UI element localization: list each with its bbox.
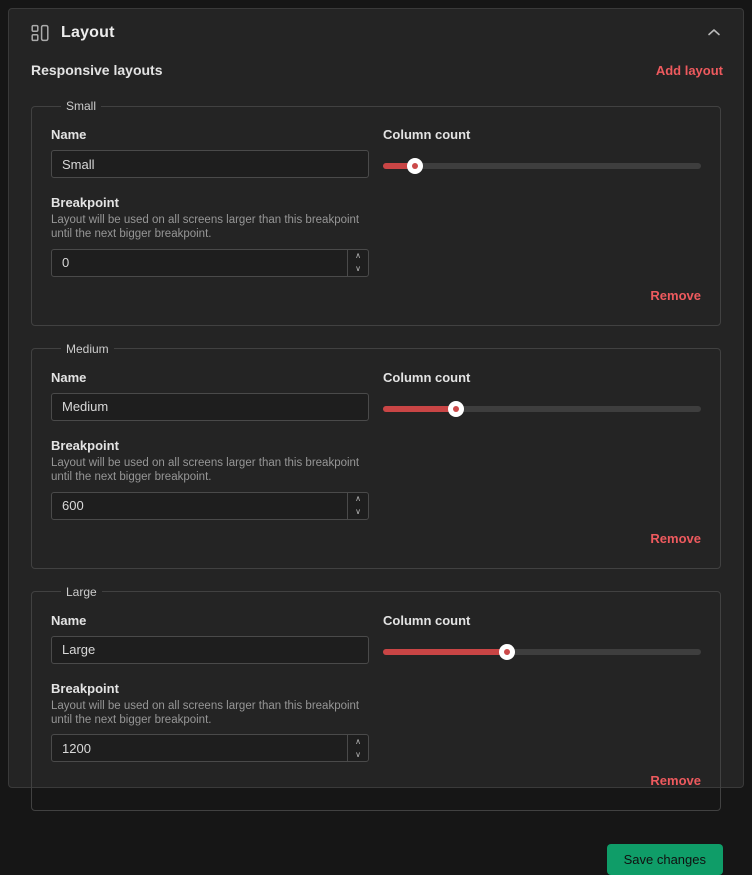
- breakpoint-number-input: ∧ ∨: [51, 734, 369, 762]
- remove-row: Remove: [51, 530, 701, 548]
- layouts-container: Small Name Breakpoint Layout will be use…: [20, 99, 732, 827]
- breakpoint-label: Breakpoint: [51, 195, 369, 210]
- spinner-down-button[interactable]: ∨: [348, 263, 368, 276]
- layout-fieldset: Large Name Breakpoint Layout will be use…: [31, 585, 721, 812]
- breakpoint-number-input: ∧ ∨: [51, 249, 369, 277]
- remove-row: Remove: [51, 287, 701, 305]
- layout-legend: Small: [61, 99, 101, 113]
- column-count-slider[interactable]: [383, 401, 701, 417]
- slider-track[interactable]: [383, 163, 701, 169]
- layout-legend: Medium: [61, 342, 114, 356]
- spinner-up-button[interactable]: ∧: [348, 250, 368, 263]
- column-count-slider[interactable]: [383, 158, 701, 174]
- breakpoint-label: Breakpoint: [51, 681, 369, 696]
- number-spinners: ∧ ∨: [347, 735, 368, 761]
- layout-legend: Large: [61, 585, 102, 599]
- panel-title: Layout: [61, 24, 115, 42]
- right-column: Column count: [383, 127, 701, 277]
- layout-settings-panel: Layout Responsive layouts Add layout Sma…: [8, 8, 744, 788]
- left-column: Name Breakpoint Layout will be used on a…: [51, 370, 369, 520]
- breakpoint-value-field[interactable]: [52, 735, 347, 761]
- spinner-down-button[interactable]: ∨: [348, 748, 368, 761]
- breakpoint-help-text: Layout will be used on all screens large…: [51, 456, 369, 485]
- column-count-slider[interactable]: [383, 644, 701, 660]
- spinner-down-button[interactable]: ∨: [348, 506, 368, 519]
- slider-thumb[interactable]: [499, 644, 515, 660]
- section-heading: Responsive layouts: [31, 62, 163, 78]
- layout-name-input[interactable]: [51, 393, 369, 421]
- layout-dashboard-icon: [31, 24, 49, 42]
- slider-thumb[interactable]: [448, 401, 464, 417]
- remove-layout-button[interactable]: Remove: [650, 288, 701, 303]
- name-label: Name: [51, 370, 369, 385]
- right-column: Column count: [383, 370, 701, 520]
- breakpoint-value-field[interactable]: [52, 493, 347, 519]
- breakpoint-label: Breakpoint: [51, 438, 369, 453]
- slider-fill: [383, 406, 456, 412]
- left-column: Name Breakpoint Layout will be used on a…: [51, 127, 369, 277]
- layout-name-input[interactable]: [51, 150, 369, 178]
- save-changes-button[interactable]: Save changes: [607, 844, 723, 875]
- spinner-up-button[interactable]: ∧: [348, 493, 368, 506]
- number-spinners: ∧ ∨: [347, 493, 368, 519]
- panel-header: Layout: [20, 21, 732, 42]
- column-count-label: Column count: [383, 127, 701, 142]
- layout-fieldset: Medium Name Breakpoint Layout will be us…: [31, 342, 721, 569]
- responsive-layouts-header: Responsive layouts Add layout: [20, 62, 732, 78]
- name-label: Name: [51, 127, 369, 142]
- chevron-up-icon: [707, 25, 721, 40]
- breakpoint-number-input: ∧ ∨: [51, 492, 369, 520]
- add-layout-button[interactable]: Add layout: [656, 63, 723, 78]
- column-count-label: Column count: [383, 613, 701, 628]
- collapse-panel-button[interactable]: [705, 23, 723, 42]
- remove-row: Remove: [51, 772, 701, 790]
- breakpoint-help-text: Layout will be used on all screens large…: [51, 213, 369, 242]
- column-count-label: Column count: [383, 370, 701, 385]
- slider-thumb[interactable]: [407, 158, 423, 174]
- remove-layout-button[interactable]: Remove: [650, 773, 701, 788]
- layout-name-input[interactable]: [51, 636, 369, 664]
- slider-fill: [383, 649, 507, 655]
- spinner-up-button[interactable]: ∧: [348, 735, 368, 748]
- remove-layout-button[interactable]: Remove: [650, 531, 701, 546]
- breakpoint-help-text: Layout will be used on all screens large…: [51, 699, 369, 728]
- right-column: Column count: [383, 613, 701, 763]
- footer: Save changes: [20, 844, 732, 875]
- layout-fieldset: Small Name Breakpoint Layout will be use…: [31, 99, 721, 326]
- breakpoint-value-field[interactable]: [52, 250, 347, 276]
- left-column: Name Breakpoint Layout will be used on a…: [51, 613, 369, 763]
- name-label: Name: [51, 613, 369, 628]
- number-spinners: ∧ ∨: [347, 250, 368, 276]
